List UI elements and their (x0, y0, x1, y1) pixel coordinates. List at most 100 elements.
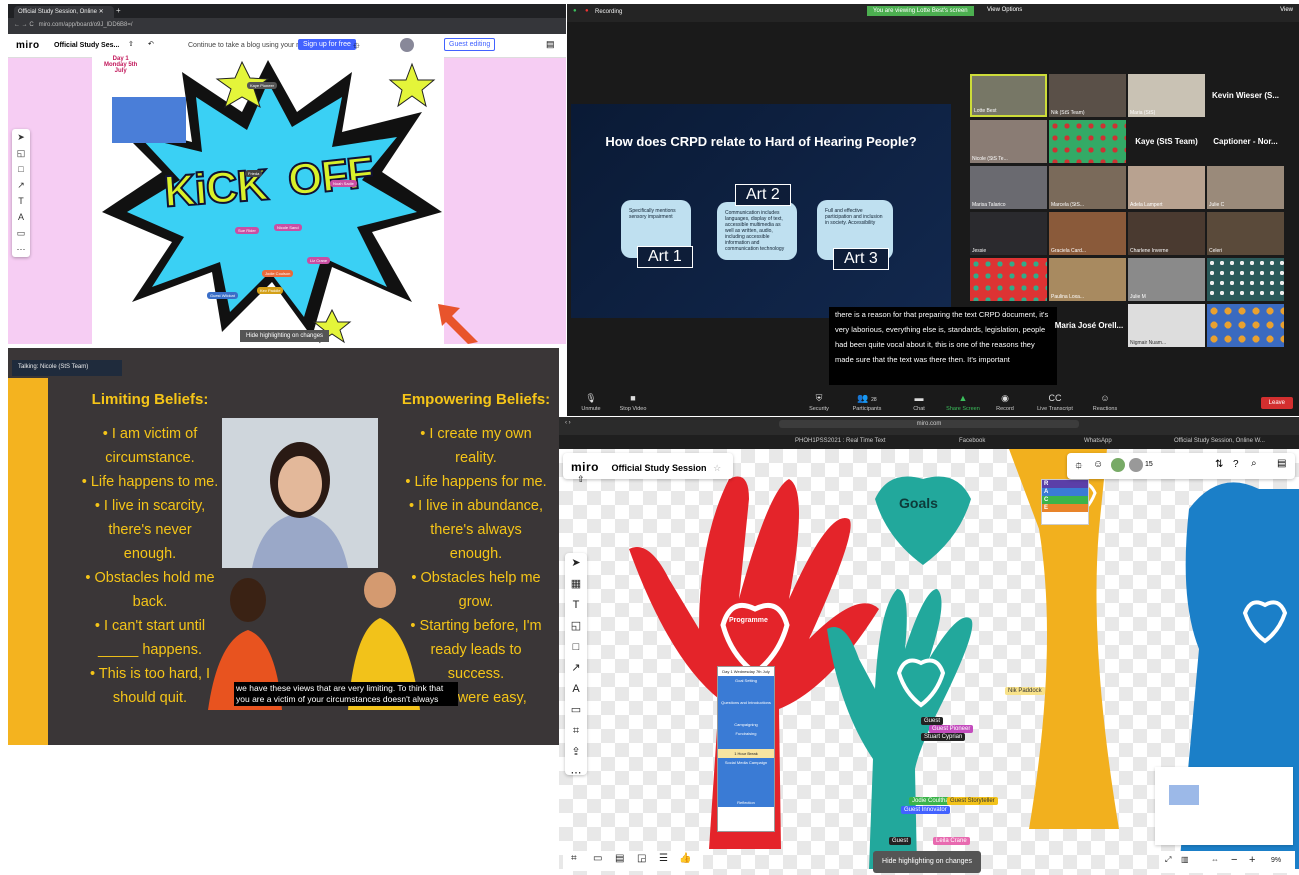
video-tile[interactable]: Maria (StS) (1128, 74, 1205, 117)
new-tab-icon[interactable]: + (116, 6, 121, 15)
upload-icon[interactable]: ⇪ (565, 742, 587, 763)
comment-icon[interactable]: ▭ (593, 853, 602, 864)
view-options-button[interactable]: View Options (987, 7, 1022, 13)
pen-icon[interactable]: A (565, 679, 587, 700)
frames-icon[interactable]: ⌗ (571, 853, 577, 864)
video-tile[interactable]: Graciela Card... (1049, 212, 1126, 255)
browser-tab[interactable]: Official Study Session, Online ✕ (14, 6, 114, 18)
map-icon[interactable]: ▥ (1181, 855, 1189, 864)
avatar[interactable] (1129, 458, 1143, 472)
comment-icon[interactable]: ▭ (565, 700, 587, 721)
address-bar[interactable]: miro.com (779, 420, 1079, 428)
star-icon[interactable]: ☆ (713, 463, 721, 473)
sticky-note[interactable]: Guest Wildcat (207, 292, 238, 299)
security-button[interactable]: ⛨ Security (797, 393, 841, 412)
zoom-in-icon[interactable]: + (1249, 854, 1255, 866)
hide-highlighting-button[interactable]: Hide highlighting on changes (240, 330, 330, 342)
sticky-note[interactable]: Sue Rider (235, 227, 259, 234)
text-icon[interactable]: T (12, 193, 30, 209)
address-bar[interactable]: ← → C miro.com/app/board/o9J_lDD6B8=/ (8, 18, 566, 34)
search-icon[interactable]: ⌕ (1251, 458, 1257, 469)
sticky-note[interactable]: Noah Sadie (330, 180, 357, 187)
video-tile[interactable]: Marisa Talarico (970, 166, 1047, 209)
share-icon[interactable]: ◲ (637, 853, 646, 864)
sticky-note[interactable]: Kaye Pioneer (247, 82, 278, 89)
video-tile[interactable] (1049, 120, 1126, 163)
chat-icon[interactable]: ▤ (615, 853, 624, 864)
sticky-note[interactable]: Kev Paddle (257, 287, 284, 294)
sticky-note[interactable]: Nicole Sand (274, 224, 302, 231)
video-tile[interactable]: Celeri (1207, 212, 1284, 255)
export-icon[interactable]: ⇧ (577, 474, 585, 484)
guest-editing-button[interactable]: Guest editing (444, 38, 496, 51)
more-icon[interactable]: ⋯ (565, 763, 587, 784)
notes-icon[interactable]: ▤ (1277, 458, 1286, 469)
stop-video-button[interactable]: ■ Stop Video (611, 393, 655, 412)
record-button[interactable]: ◉ Record (983, 393, 1027, 412)
video-tile[interactable]: Adela Lampert (1128, 166, 1205, 209)
video-tile[interactable]: Nigmair Nuam... (1128, 304, 1205, 347)
kickoff-board[interactable]: KiCK OFF Kaye Pioneer Nicole Sand Jodie … (92, 52, 444, 344)
connector-icon[interactable]: ↗ (565, 658, 587, 679)
name-tile[interactable]: Kaye (StS Team) (1128, 120, 1205, 163)
list-icon[interactable]: ☰ (659, 853, 668, 864)
sticky-note-icon[interactable]: ◱ (565, 616, 587, 637)
bookmark[interactable]: WhatsApp (1084, 438, 1112, 444)
fit-icon[interactable]: ⇔ (1211, 855, 1219, 864)
video-tile[interactable]: Jessie (970, 212, 1047, 255)
sticky-note-icon[interactable]: ◱ (12, 145, 30, 161)
zoom-out-icon[interactable]: − (1231, 854, 1237, 866)
share-screen-button[interactable]: ▲ Share Screen (941, 393, 985, 412)
board-frame-blue[interactable] (112, 97, 186, 143)
shape-icon[interactable]: □ (12, 161, 30, 177)
export-icon[interactable]: ⇧ (128, 40, 134, 48)
view-button[interactable]: View (1280, 7, 1293, 13)
settings-icon[interactable]: ⇅ (1215, 459, 1223, 470)
signup-button[interactable]: Sign up for free (298, 39, 356, 50)
template-icon[interactable]: ▦ (565, 574, 587, 595)
shape-icon[interactable]: □ (565, 637, 587, 658)
undo-icon[interactable]: ↶ (148, 40, 154, 48)
text-icon[interactable]: T (565, 595, 587, 616)
frame-icon[interactable]: ⌗ (565, 721, 587, 742)
video-tile[interactable]: Julie M (1128, 258, 1205, 301)
more-icon[interactable]: ⋯ (12, 241, 30, 257)
help-icon[interactable]: ? (1233, 459, 1239, 470)
avatar[interactable] (1111, 458, 1125, 472)
comment-icon[interactable]: ▭ (12, 225, 30, 241)
avatar[interactable] (400, 38, 414, 52)
cursor-icon[interactable]: ⯐ (1075, 459, 1083, 476)
minimap[interactable] (1155, 767, 1293, 845)
back-icon[interactable]: ‹ › (565, 420, 571, 426)
video-tile[interactable]: Lotte Best (970, 74, 1047, 117)
video-tile[interactable]: Julie C (1207, 166, 1284, 209)
name-tile[interactable]: Captioner - Nor... (1207, 120, 1284, 163)
video-tile[interactable]: Paulina Loxa... (1049, 258, 1126, 301)
sticky-note[interactable]: Frieda (245, 170, 263, 177)
board-title[interactable]: Official Study Session (612, 463, 707, 473)
live-transcript-button[interactable]: CC Live Transcript (1027, 393, 1083, 412)
pen-icon[interactable]: A (12, 209, 30, 225)
name-tile[interactable]: Maria José Orell... (1049, 304, 1129, 347)
video-tile[interactable] (1207, 304, 1284, 347)
video-tile[interactable]: Charlene Inverne (1128, 212, 1205, 255)
video-tile[interactable] (970, 258, 1047, 301)
bookmark[interactable]: Facebook (959, 438, 985, 444)
video-tile[interactable]: Nicole (StS Te... (970, 120, 1047, 163)
programme-schedule[interactable]: Day 1 Wednesday 7th July Goal Setting Qu… (717, 666, 775, 832)
bookmark[interactable]: PHOH1PSS2021 : Real Time Text (795, 438, 886, 444)
sticky-note[interactable]: Jodie Coulson (262, 270, 294, 277)
participants-button[interactable]: 👥 28 Participants (845, 393, 889, 412)
video-tile[interactable] (1207, 258, 1284, 301)
name-tile[interactable]: Kevin Wieser (S... (1207, 74, 1284, 117)
video-tile[interactable]: Nik (StS Team) (1049, 74, 1126, 117)
unmute-button[interactable]: 🎙 Unmute (569, 393, 613, 412)
expand-icon[interactable]: ⤢ (1165, 855, 1171, 865)
select-icon[interactable]: ➤ (565, 553, 587, 574)
leave-button[interactable]: Leave (1260, 397, 1293, 409)
reaction-icon[interactable]: ☺ (1093, 459, 1103, 470)
notes-icon[interactable]: ▤ (546, 39, 555, 50)
race-card[interactable]: R A C E (1041, 479, 1089, 525)
connector-icon[interactable]: ↗ (12, 177, 30, 193)
hide-highlighting-button[interactable]: Hide highlighting on changes (873, 851, 981, 873)
